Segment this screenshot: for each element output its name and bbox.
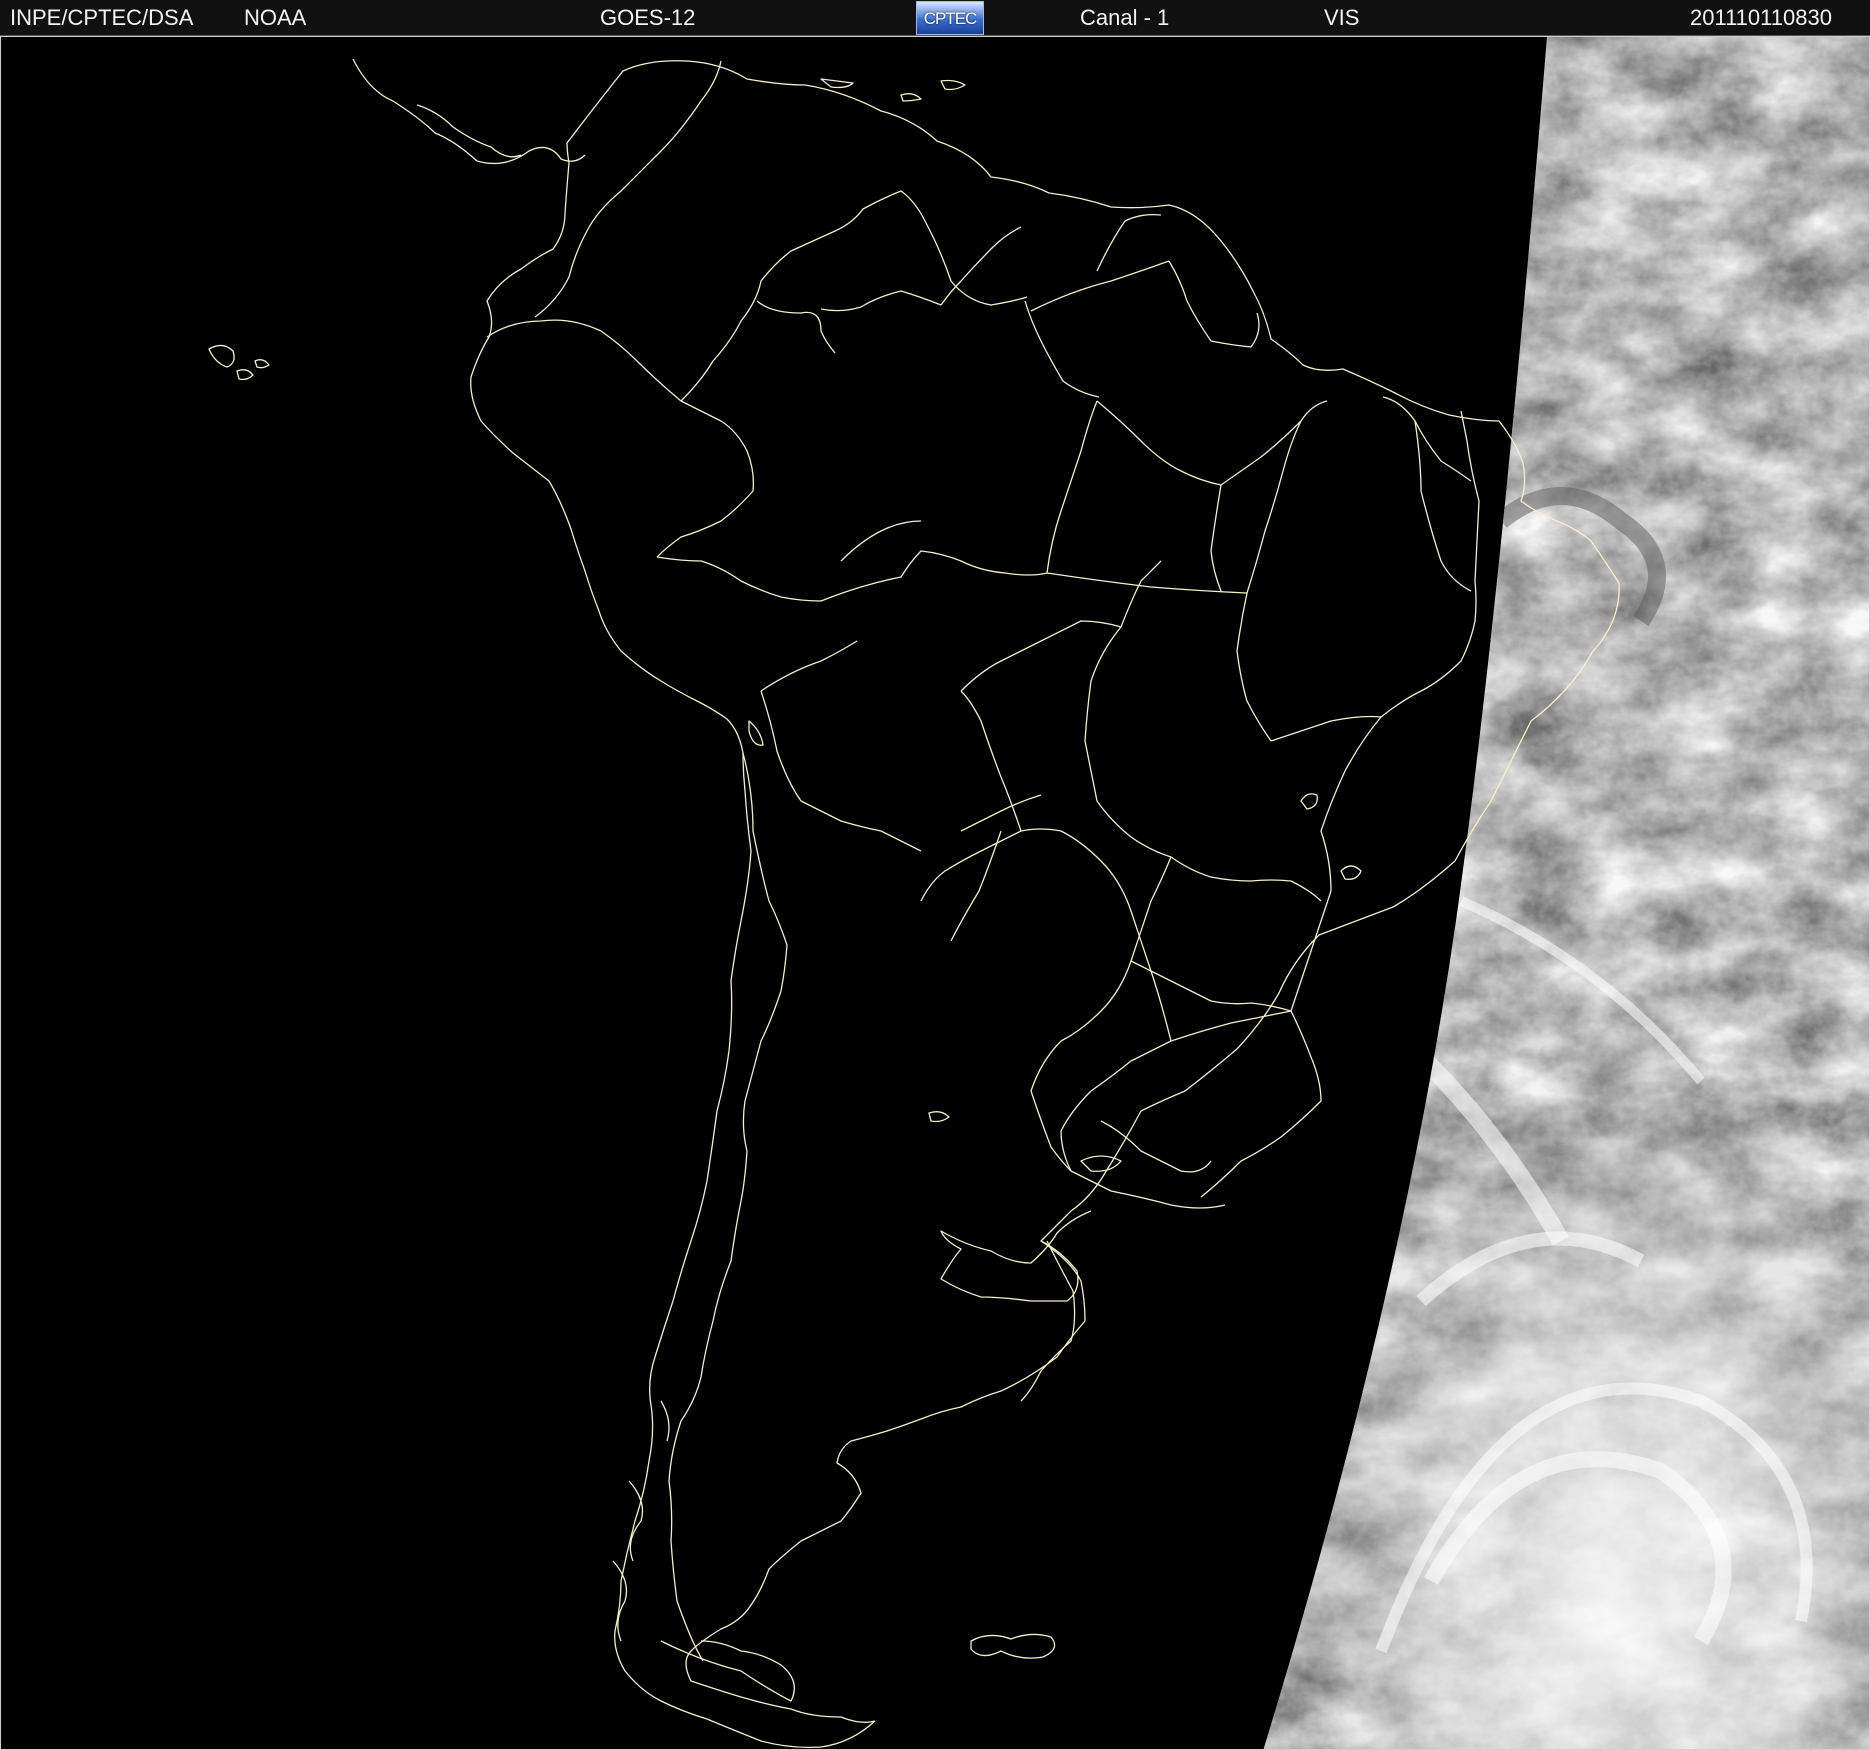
channel-label: Canal - 1 (1080, 5, 1170, 30)
central-america-coast (352, 58, 586, 165)
satellite-label: GOES-12 (600, 5, 696, 30)
cptec-logo: CPTEC (916, 1, 984, 35)
day-side (1263, 37, 1869, 1749)
map-canvas (208, 37, 1869, 1749)
institution-label: INPE/CPTEC/DSA (10, 5, 194, 30)
falkland-islands (970, 1633, 1056, 1659)
andes-border (668, 752, 788, 1662)
timestamp-label: 201110110830 (1690, 5, 1832, 30)
brazil-borders (656, 550, 1048, 602)
agency-label: NOAA (244, 5, 307, 30)
cptec-logo-text: CPTEC (923, 9, 978, 28)
galapagos-islands (208, 344, 235, 368)
satellite-image (0, 36, 1870, 1750)
header-bar: INPE/CPTEC/DSA NOAA GOES-12 CPTEC Canal … (0, 0, 1870, 36)
band-label: VIS (1324, 5, 1360, 30)
